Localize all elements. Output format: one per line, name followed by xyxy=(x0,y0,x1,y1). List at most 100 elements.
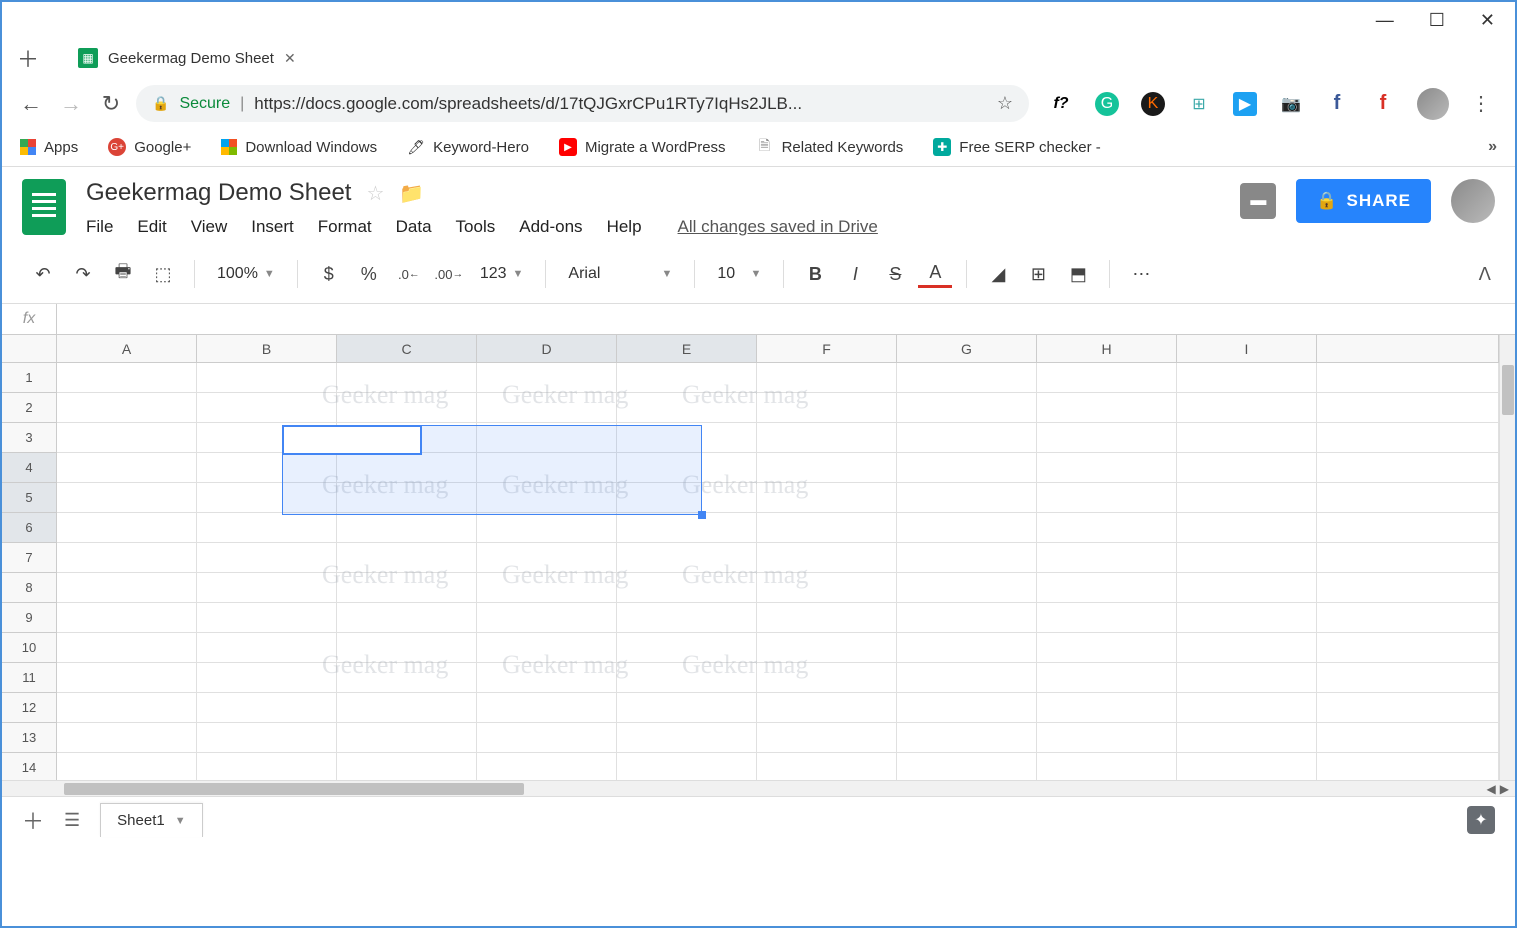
cell-F11[interactable] xyxy=(757,663,897,693)
column-header-D[interactable]: D xyxy=(477,335,617,363)
address-bar[interactable]: 🔒 Secure | https://docs.google.com/sprea… xyxy=(136,85,1029,122)
row-header-3[interactable]: 3 xyxy=(2,423,57,453)
cell-G4[interactable] xyxy=(897,453,1037,483)
cell-I4[interactable] xyxy=(1177,453,1317,483)
cell-B9[interactable] xyxy=(197,603,337,633)
cell-H8[interactable] xyxy=(1037,573,1177,603)
decrease-decimal-button[interactable]: .0← xyxy=(392,257,426,291)
cell-H12[interactable] xyxy=(1037,693,1177,723)
cell-E7[interactable] xyxy=(617,543,757,573)
cell-partial[interactable] xyxy=(1317,393,1499,423)
cell-D8[interactable] xyxy=(477,573,617,603)
cell-I2[interactable] xyxy=(1177,393,1317,423)
cell-partial[interactable] xyxy=(1317,573,1499,603)
cell-C14[interactable] xyxy=(337,753,477,780)
cell-I10[interactable] xyxy=(1177,633,1317,663)
cell-A12[interactable] xyxy=(57,693,197,723)
row-header-6[interactable]: 6 xyxy=(2,513,57,543)
cell-I8[interactable] xyxy=(1177,573,1317,603)
scroll-thumb[interactable] xyxy=(64,783,524,795)
font-size-select[interactable]: 10 ▼ xyxy=(709,261,769,287)
cell-A6[interactable] xyxy=(57,513,197,543)
cell-A7[interactable] xyxy=(57,543,197,573)
cell-B1[interactable] xyxy=(197,363,337,393)
selection-handle[interactable] xyxy=(698,511,706,519)
cell-partial[interactable] xyxy=(1317,483,1499,513)
cell-H10[interactable] xyxy=(1037,633,1177,663)
cell-E4[interactable] xyxy=(617,453,757,483)
scroll-right-button[interactable]: ▶ xyxy=(1500,782,1509,796)
cell-D6[interactable] xyxy=(477,513,617,543)
ext-k-icon[interactable]: K xyxy=(1141,92,1165,116)
column-header-partial[interactable] xyxy=(1317,335,1499,363)
menu-format[interactable]: Format xyxy=(318,217,372,237)
cell-G12[interactable] xyxy=(897,693,1037,723)
zoom-select[interactable]: 100% ▼ xyxy=(209,261,283,287)
cell-partial[interactable] xyxy=(1317,453,1499,483)
cell-I12[interactable] xyxy=(1177,693,1317,723)
cell-G2[interactable] xyxy=(897,393,1037,423)
cell-I5[interactable] xyxy=(1177,483,1317,513)
paint-format-button[interactable]: ⬚ xyxy=(146,257,180,291)
cell-partial[interactable] xyxy=(1317,663,1499,693)
cell-E1[interactable] xyxy=(617,363,757,393)
cell-A10[interactable] xyxy=(57,633,197,663)
cell-E11[interactable] xyxy=(617,663,757,693)
cell-F3[interactable] xyxy=(757,423,897,453)
cell-C12[interactable] xyxy=(337,693,477,723)
comments-button[interactable]: ▬ xyxy=(1240,183,1276,219)
cell-H1[interactable] xyxy=(1037,363,1177,393)
cell-F5[interactable] xyxy=(757,483,897,513)
column-header-C[interactable]: C xyxy=(337,335,477,363)
browser-tab-active[interactable]: ▦ Geekermag Demo Sheet ✕ xyxy=(64,40,310,76)
cell-I3[interactable] xyxy=(1177,423,1317,453)
cell-E13[interactable] xyxy=(617,723,757,753)
star-document-icon[interactable]: ☆ xyxy=(366,181,384,206)
cell-F9[interactable] xyxy=(757,603,897,633)
sheets-logo-icon[interactable] xyxy=(22,179,66,235)
sheet-tab-active[interactable]: Sheet1 ▼ xyxy=(100,803,202,837)
cell-D14[interactable] xyxy=(477,753,617,780)
cell-H5[interactable] xyxy=(1037,483,1177,513)
column-header-E[interactable]: E xyxy=(617,335,757,363)
currency-button[interactable]: $ xyxy=(312,257,346,291)
row-header-10[interactable]: 10 xyxy=(2,633,57,663)
cell-E8[interactable] xyxy=(617,573,757,603)
tab-close-button[interactable]: ✕ xyxy=(284,50,296,67)
cell-B6[interactable] xyxy=(197,513,337,543)
browser-menu-button[interactable]: ⋮ xyxy=(1471,91,1491,116)
cell-G14[interactable] xyxy=(897,753,1037,780)
cell-A9[interactable] xyxy=(57,603,197,633)
cell-A1[interactable] xyxy=(57,363,197,393)
user-avatar-icon[interactable] xyxy=(1451,179,1495,223)
cell-A14[interactable] xyxy=(57,753,197,780)
cell-G8[interactable] xyxy=(897,573,1037,603)
vertical-scrollbar[interactable] xyxy=(1499,335,1515,780)
strikethrough-button[interactable]: S xyxy=(878,257,912,291)
menu-data[interactable]: Data xyxy=(396,217,432,237)
redo-button[interactable]: ↷ xyxy=(66,257,100,291)
cell-C5[interactable] xyxy=(337,483,477,513)
cell-E5[interactable] xyxy=(617,483,757,513)
cell-H4[interactable] xyxy=(1037,453,1177,483)
cell-D5[interactable] xyxy=(477,483,617,513)
cell-G13[interactable] xyxy=(897,723,1037,753)
menu-addons[interactable]: Add-ons xyxy=(519,217,582,237)
maximize-button[interactable]: ☐ xyxy=(1429,10,1445,31)
cell-C4[interactable] xyxy=(337,453,477,483)
menu-insert[interactable]: Insert xyxy=(251,217,294,237)
cell-C2[interactable] xyxy=(337,393,477,423)
cell-B5[interactable] xyxy=(197,483,337,513)
ext-whatfont-icon[interactable]: f? xyxy=(1049,92,1073,116)
explore-button[interactable]: ✦ xyxy=(1467,806,1495,834)
cell-E2[interactable] xyxy=(617,393,757,423)
horizontal-scrollbar[interactable]: ◀ ▶ xyxy=(2,780,1515,796)
bookmark-keyword-hero[interactable]: 🖊 Keyword-Hero xyxy=(407,138,529,156)
profile-avatar-icon[interactable] xyxy=(1417,88,1449,120)
percent-button[interactable]: % xyxy=(352,257,386,291)
new-tab-button[interactable]: ＋ xyxy=(17,42,39,74)
cell-C9[interactable] xyxy=(337,603,477,633)
more-formats-select[interactable]: 123 ▼ xyxy=(472,261,532,287)
cell-partial[interactable] xyxy=(1317,363,1499,393)
row-header-5[interactable]: 5 xyxy=(2,483,57,513)
